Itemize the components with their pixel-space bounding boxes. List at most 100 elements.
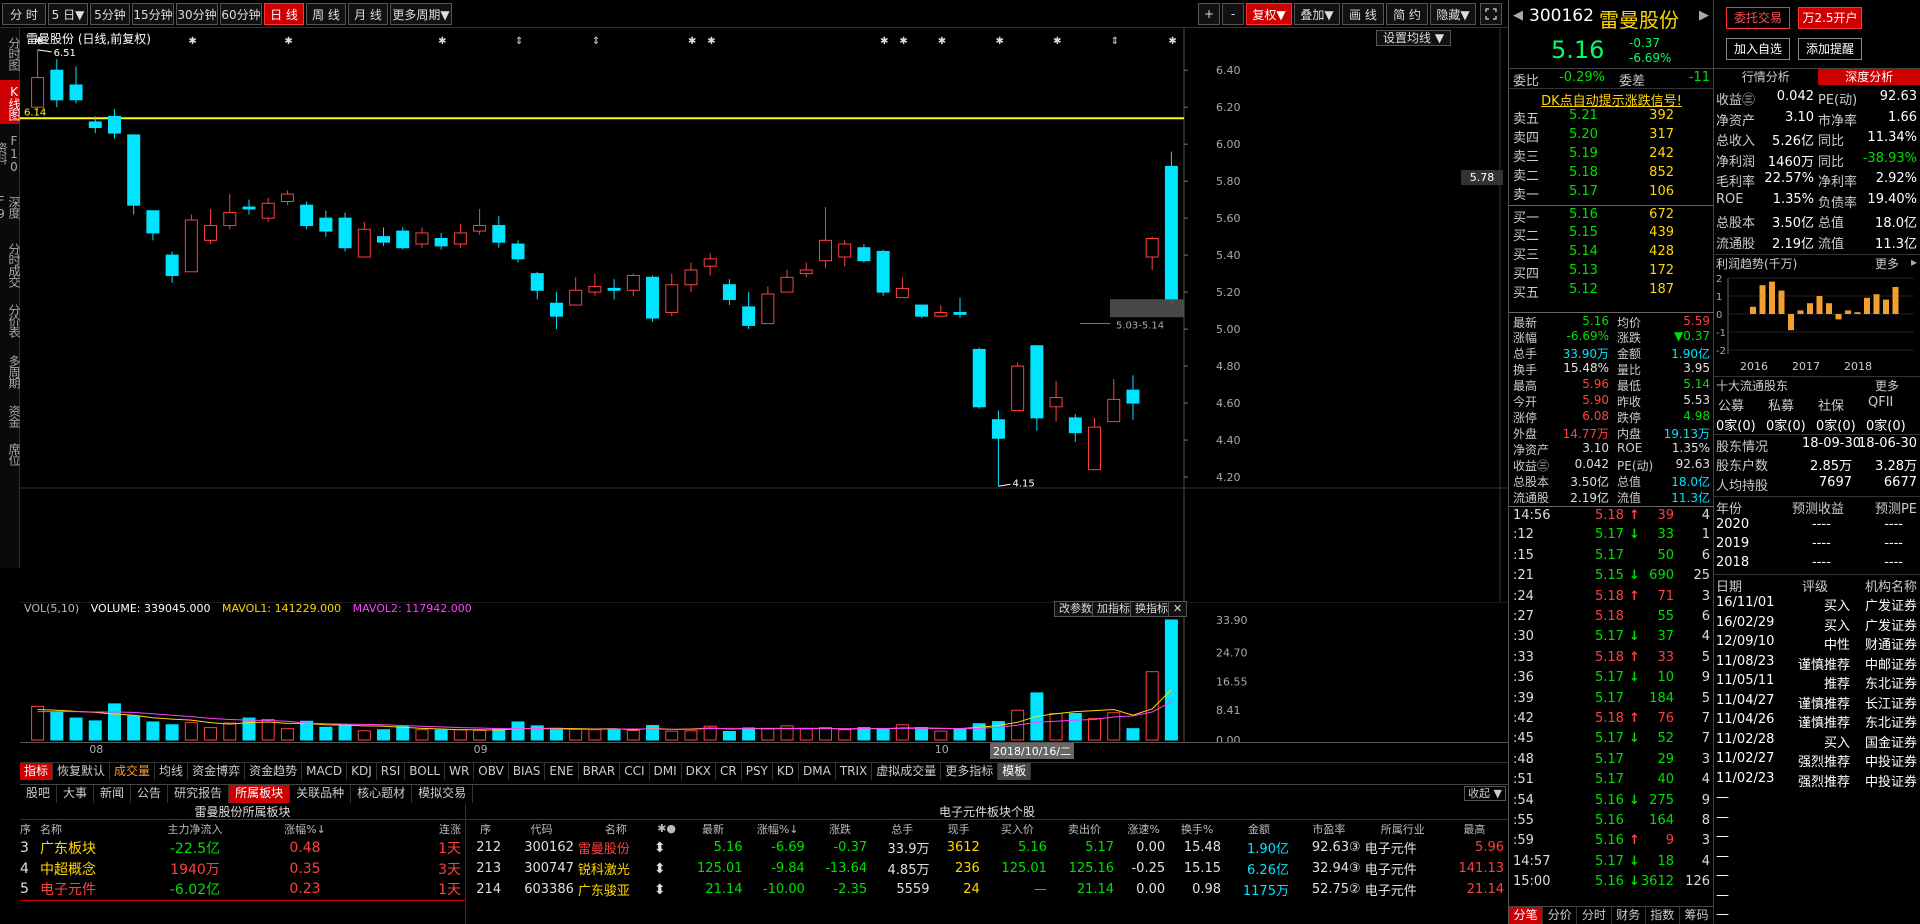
candle[interactable]	[665, 273, 679, 317]
candle[interactable]	[569, 277, 583, 306]
volume-bar[interactable]	[626, 729, 640, 741]
nav-trades[interactable]: 分时成交	[0, 236, 21, 294]
profit-bar[interactable]	[1750, 306, 1756, 314]
candle[interactable]	[146, 210, 160, 241]
candle[interactable]	[703, 253, 717, 276]
volume-bar[interactable]	[434, 729, 448, 741]
candle[interactable]	[761, 286, 775, 325]
candle[interactable]	[1145, 236, 1159, 270]
close-icon[interactable]: ✕	[1168, 601, 1188, 617]
info-tab[interactable]: 模拟交易	[412, 785, 474, 803]
indicator-tab[interactable]: DMI	[650, 763, 682, 780]
dk-signal-link[interactable]: DK点自动提示涨跌信号!	[1509, 88, 1714, 109]
collapse-button[interactable]: 收起 ▼	[1464, 786, 1506, 801]
event-marker[interactable]: ✱	[438, 36, 446, 47]
event-marker[interactable]: ⇕	[515, 36, 523, 47]
profit-bar[interactable]	[1759, 285, 1766, 314]
period-60min-button[interactable]: 60分钟	[220, 3, 262, 25]
volume-bar[interactable]	[607, 729, 621, 741]
candle[interactable]	[895, 277, 909, 299]
stocks-col-header[interactable]: 卖出价	[1051, 820, 1118, 837]
overlay-dropdown[interactable]: 叠加▼	[1294, 3, 1340, 25]
volume-bar[interactable]	[107, 703, 121, 741]
quote-subtab[interactable]: 指数	[1646, 907, 1680, 924]
volume-bar[interactable]	[127, 715, 141, 741]
profit-bar[interactable]	[1816, 296, 1823, 314]
candle[interactable]	[50, 59, 64, 108]
event-marker[interactable]: ✱	[938, 36, 946, 47]
candle[interactable]	[684, 262, 698, 293]
nav-capital[interactable]: 资金	[0, 400, 21, 432]
volume-bar[interactable]	[857, 727, 871, 741]
rating-row[interactable]: —	[1714, 867, 1920, 886]
volume-bar[interactable]	[377, 729, 391, 741]
rating-row[interactable]: 11/08/23 谨慎推荐 中邮证券	[1714, 653, 1920, 673]
col-streak[interactable]: 连涨	[360, 820, 465, 837]
candle[interactable]	[165, 251, 179, 283]
stocks-col-header[interactable]: 买入价	[984, 820, 1051, 837]
candle[interactable]	[127, 134, 141, 215]
profit-bar[interactable]	[1778, 290, 1785, 314]
ask-row[interactable]: 卖三 5.19 242	[1509, 145, 1714, 165]
event-marker[interactable]: ✱	[899, 36, 907, 47]
candle[interactable]	[377, 227, 391, 246]
bid-row[interactable]: 买二 5.15 439	[1509, 224, 1714, 244]
volume-bar[interactable]	[204, 727, 218, 741]
info-tab[interactable]: 核心题材	[351, 785, 413, 803]
event-marker[interactable]: ✱	[284, 36, 292, 47]
candle[interactable]	[261, 197, 275, 222]
candle[interactable]	[742, 292, 756, 330]
rating-row[interactable]: 12/09/10 中性 财通证券	[1714, 633, 1920, 653]
profit-bar[interactable]	[1883, 299, 1889, 314]
volume-bar[interactable]	[1068, 712, 1082, 741]
volume-bar[interactable]	[722, 731, 736, 741]
candle[interactable]	[204, 208, 218, 245]
volume-bar[interactable]	[895, 724, 909, 741]
stocks-col-header[interactable]: 总手	[871, 820, 933, 837]
volume-bar[interactable]	[338, 724, 352, 741]
period-30min-button[interactable]: 30分钟	[176, 3, 218, 25]
range-box[interactable]	[1110, 299, 1184, 318]
period-5min-button[interactable]: 5分钟	[90, 3, 130, 25]
profit-bar[interactable]	[1873, 294, 1880, 314]
col-pct[interactable]: 涨幅%↓	[250, 820, 360, 837]
candle[interactable]	[838, 240, 852, 267]
indicator-tab[interactable]: BRAR	[579, 763, 621, 780]
volume-bar[interactable]	[223, 722, 237, 741]
candle[interactable]	[319, 210, 333, 237]
zoom-in-button[interactable]: +	[1198, 3, 1220, 25]
volume-bar[interactable]	[549, 727, 563, 741]
event-marker[interactable]: ✱	[1053, 36, 1061, 47]
volume-bar[interactable]	[453, 729, 467, 741]
quote-subtab[interactable]: 分笔	[1509, 907, 1544, 924]
rating-row[interactable]: 11/02/27 强烈推荐 中投证券	[1714, 750, 1920, 770]
volume-bar[interactable]	[953, 728, 967, 741]
info-tab[interactable]: 关联品种	[290, 785, 352, 803]
candle[interactable]	[434, 232, 448, 250]
rating-row[interactable]: 11/04/26 谨慎推荐 东北证券	[1714, 711, 1920, 731]
event-marker[interactable]: ✱	[995, 36, 1003, 47]
rating-row[interactable]: 16/11/01 买入 广发证券	[1714, 594, 1920, 614]
indicator-tab[interactable]: 指标	[20, 763, 54, 780]
indicator-tab[interactable]: 均线	[155, 763, 189, 780]
candle[interactable]	[818, 207, 832, 269]
indicator-tab[interactable]: ENE	[545, 763, 579, 780]
info-tab[interactable]: 研究报告	[168, 785, 230, 803]
add-indicator-button[interactable]: 加指标	[1092, 601, 1135, 617]
indicator-tab[interactable]: KD	[773, 763, 799, 780]
open-account-button[interactable]: 万2.5开户	[1798, 7, 1862, 29]
candle[interactable]	[473, 208, 487, 235]
volume-bar[interactable]	[1088, 717, 1102, 741]
indicator-tab[interactable]: WR	[445, 763, 475, 780]
stocks-col-header[interactable]: 换手%	[1169, 820, 1225, 837]
volume-bar[interactable]	[761, 728, 775, 741]
info-tab[interactable]: 公告	[131, 785, 169, 803]
rating-row[interactable]: 11/04/27 谨慎推荐 长江证券	[1714, 692, 1920, 712]
indicator-tab[interactable]: DKX	[682, 763, 716, 780]
prev-stock-icon[interactable]: ◀	[1513, 8, 1523, 23]
candle[interactable]	[184, 214, 198, 273]
candle[interactable]	[530, 271, 544, 300]
candle[interactable]	[934, 305, 948, 317]
profit-bar[interactable]	[1854, 312, 1861, 314]
nav-kline[interactable]: K线图	[0, 80, 21, 124]
